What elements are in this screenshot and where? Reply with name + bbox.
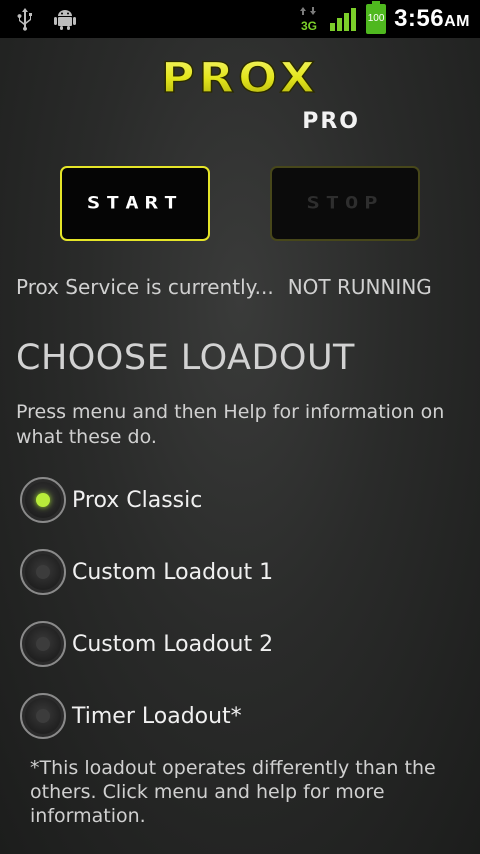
service-status-label: Prox Service is currently...: [16, 275, 274, 299]
battery-icon: 100: [366, 1, 387, 34]
stop-button-label: STOP: [306, 194, 384, 213]
loadout-option-custom-1[interactable]: Custom Loadout 1: [20, 548, 273, 596]
android-debug-icon: [54, 10, 76, 30]
service-status-value: NOT RUNNING: [287, 275, 432, 299]
status-bar: 3G 100 3:56AM: [0, 0, 480, 38]
loadout-option-label: Prox Classic: [72, 487, 203, 513]
radio-button-checked[interactable]: [20, 477, 66, 523]
loadout-help-text: Press menu and then Help for information…: [16, 401, 445, 448]
loadout-option-label: Custom Loadout 1: [72, 559, 274, 585]
radio-button[interactable]: [20, 621, 66, 667]
data-3g-icon: 3G: [300, 7, 317, 33]
logo-main-text: PROX: [161, 56, 319, 102]
loadout-option-label: Timer Loadout*: [72, 703, 242, 729]
logo-sub-text: PRO: [302, 109, 360, 134]
stop-button[interactable]: STOP: [270, 166, 420, 241]
service-status: Prox Service is currently... NOT RUNNING: [16, 275, 432, 299]
radio-button[interactable]: [20, 549, 66, 595]
radio-button[interactable]: [20, 693, 66, 739]
status-clock: 3:56AM: [394, 5, 470, 32]
loadout-option-custom-2[interactable]: Custom Loadout 2: [20, 620, 273, 668]
usb-icon: [17, 8, 32, 31]
timer-loadout-note: *This loadout operates differently than …: [30, 757, 436, 827]
loadout-option-prox-classic[interactable]: Prox Classic: [20, 476, 202, 524]
loadout-option-label: Custom Loadout 2: [72, 631, 274, 657]
choose-loadout-heading: CHOOSE LOADOUT: [16, 338, 355, 378]
prox-pro-logo: PROX PRO: [160, 56, 360, 134]
svg-text:3G: 3G: [301, 19, 317, 33]
start-button[interactable]: START: [60, 166, 210, 241]
start-button-label: START: [86, 194, 184, 213]
loadout-option-timer[interactable]: Timer Loadout*: [20, 692, 242, 740]
signal-icon: [330, 8, 357, 31]
